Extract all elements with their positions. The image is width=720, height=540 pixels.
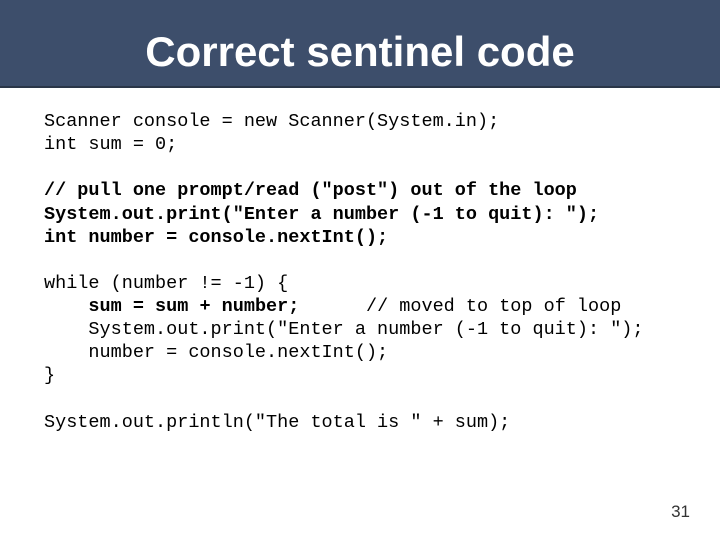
code-line-bold: int number = console.nextInt(); xyxy=(44,227,388,248)
page-number: 31 xyxy=(671,502,690,522)
code-line-bold: // pull one prompt/read ("post") out of … xyxy=(44,180,577,201)
slide-title: Correct sentinel code xyxy=(145,28,574,76)
content-area: Scanner console = new Scanner(System.in)… xyxy=(0,88,720,434)
code-line: } xyxy=(44,365,55,386)
code-line: number = console.nextInt(); xyxy=(44,342,388,363)
code-line-bold: sum = sum + number; xyxy=(88,296,299,317)
code-line: Scanner console = new Scanner(System.in)… xyxy=(44,111,499,132)
code-line: System.out.print("Enter a number (-1 to … xyxy=(44,319,644,340)
slide: Correct sentinel code Scanner console = … xyxy=(0,0,720,540)
code-block: Scanner console = new Scanner(System.in)… xyxy=(44,110,676,434)
code-line: // moved to top of loop xyxy=(299,296,621,317)
code-line-bold: System.out.print("Enter a number (-1 to … xyxy=(44,204,599,225)
code-line: System.out.println("The total is " + sum… xyxy=(44,412,510,433)
code-line: int sum = 0; xyxy=(44,134,177,155)
title-bar: Correct sentinel code xyxy=(0,0,720,88)
code-line: while (number != -1) { xyxy=(44,273,288,294)
code-line xyxy=(44,296,88,317)
